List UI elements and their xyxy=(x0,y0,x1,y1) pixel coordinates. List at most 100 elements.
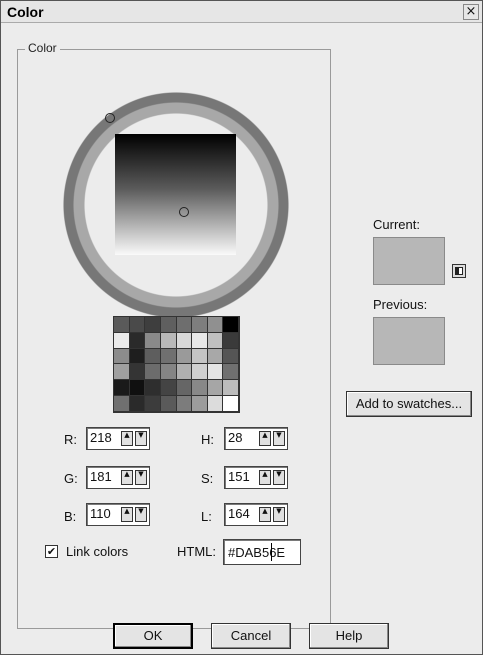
swatch-cell[interactable] xyxy=(129,364,146,381)
html-color-value[interactable]: #DAB56E xyxy=(228,545,285,560)
swatch-cell[interactable] xyxy=(207,380,224,397)
hue-spinbox[interactable]: 28 ▲ ▼ xyxy=(224,427,288,450)
spin-up-icon[interactable]: ▲ xyxy=(121,431,133,446)
ok-button[interactable]: OK xyxy=(113,623,193,649)
add-to-swatches-button[interactable]: Add to swatches... xyxy=(346,391,472,417)
spin-down-icon[interactable]: ▼ xyxy=(273,470,285,485)
swatch-cell[interactable] xyxy=(129,348,146,365)
spin-down-icon[interactable]: ▼ xyxy=(273,431,285,446)
hue-value[interactable]: 28 xyxy=(228,430,242,445)
eyedropper-icon[interactable] xyxy=(452,264,466,278)
swatch-cell[interactable] xyxy=(145,317,161,333)
swatch-cell[interactable] xyxy=(192,380,208,397)
current-color-preview xyxy=(373,237,445,285)
swatch-cell[interactable] xyxy=(145,380,161,397)
swatch-cell[interactable] xyxy=(207,348,224,365)
current-label: Current: xyxy=(373,217,420,232)
swatch-cell[interactable] xyxy=(176,396,193,412)
hue-spin-arrows[interactable]: ▲ ▼ xyxy=(259,431,285,446)
swatch-cell[interactable] xyxy=(223,348,239,365)
swatch-grid[interactable] xyxy=(113,316,240,413)
cancel-button[interactable]: Cancel xyxy=(211,623,291,649)
swatch-cell[interactable] xyxy=(160,364,177,381)
blue-label: B: xyxy=(64,509,77,524)
red-spinbox[interactable]: 218 ▲ ▼ xyxy=(86,427,150,450)
spin-up-icon[interactable]: ▲ xyxy=(259,470,271,485)
swatch-cell[interactable] xyxy=(145,364,161,381)
title-bar[interactable]: Color × xyxy=(1,1,482,23)
link-colors-label[interactable]: Link colors xyxy=(66,544,128,559)
swatch-cell[interactable] xyxy=(207,396,224,412)
swatch-cell[interactable] xyxy=(207,364,224,381)
swatch-cell[interactable] xyxy=(145,396,161,412)
spin-down-icon[interactable]: ▼ xyxy=(273,507,285,522)
swatch-cell[interactable] xyxy=(223,380,239,397)
swatch-cell[interactable] xyxy=(160,317,177,333)
lightness-spin-arrows[interactable]: ▲ ▼ xyxy=(259,507,285,522)
green-label: G: xyxy=(64,471,78,486)
swatch-cell[interactable] xyxy=(114,364,130,381)
saturation-lightness-marker[interactable] xyxy=(179,207,189,217)
spin-up-icon[interactable]: ▲ xyxy=(259,431,271,446)
swatch-cell[interactable] xyxy=(176,317,193,333)
swatch-cell[interactable] xyxy=(192,332,208,349)
swatch-cell[interactable] xyxy=(223,364,239,381)
text-caret xyxy=(271,543,272,561)
swatch-cell[interactable] xyxy=(192,364,208,381)
swatch-cell[interactable] xyxy=(176,332,193,349)
link-colors-checkbox[interactable]: ✔ xyxy=(45,545,58,558)
saturation-spinbox[interactable]: 151 ▲ ▼ xyxy=(224,466,288,489)
red-spin-arrows[interactable]: ▲ ▼ xyxy=(121,431,147,446)
html-color-input[interactable]: #DAB56E xyxy=(223,539,301,565)
swatch-cell[interactable] xyxy=(129,332,146,349)
swatch-cell[interactable] xyxy=(176,348,193,365)
swatch-cell[interactable] xyxy=(192,396,208,412)
swatch-cell[interactable] xyxy=(176,380,193,397)
green-spinbox[interactable]: 181 ▲ ▼ xyxy=(86,466,150,489)
swatch-cell[interactable] xyxy=(223,317,239,333)
swatch-cell[interactable] xyxy=(114,332,130,349)
spin-down-icon[interactable]: ▼ xyxy=(135,507,147,522)
swatch-cell[interactable] xyxy=(129,380,146,397)
swatch-cell[interactable] xyxy=(176,364,193,381)
green-spin-arrows[interactable]: ▲ ▼ xyxy=(121,470,147,485)
swatch-cell[interactable] xyxy=(160,332,177,349)
swatch-cell[interactable] xyxy=(160,396,177,412)
spin-down-icon[interactable]: ▼ xyxy=(135,470,147,485)
swatch-cell[interactable] xyxy=(114,317,130,333)
saturation-lightness-square[interactable] xyxy=(115,134,236,255)
blue-value[interactable]: 110 xyxy=(90,506,111,521)
green-value[interactable]: 181 xyxy=(90,469,112,484)
previous-color-preview[interactable] xyxy=(373,317,445,365)
swatch-cell[interactable] xyxy=(145,332,161,349)
blue-spinbox[interactable]: 110 ▲ ▼ xyxy=(86,503,150,526)
swatch-cell[interactable] xyxy=(192,317,208,333)
swatch-cell[interactable] xyxy=(192,348,208,365)
spin-up-icon[interactable]: ▲ xyxy=(121,470,133,485)
swatch-cell[interactable] xyxy=(207,317,224,333)
hue-marker[interactable] xyxy=(105,113,115,123)
swatch-cell[interactable] xyxy=(129,396,146,412)
html-label: HTML: xyxy=(177,544,216,559)
close-icon[interactable]: × xyxy=(463,4,479,20)
swatch-cell[interactable] xyxy=(160,348,177,365)
saturation-value[interactable]: 151 xyxy=(228,469,250,484)
swatch-cell[interactable] xyxy=(114,348,130,365)
swatch-cell[interactable] xyxy=(223,396,239,412)
swatch-cell[interactable] xyxy=(114,396,130,412)
swatch-cell[interactable] xyxy=(223,332,239,349)
swatch-cell[interactable] xyxy=(207,332,224,349)
help-button[interactable]: Help xyxy=(309,623,389,649)
swatch-cell[interactable] xyxy=(114,380,130,397)
swatch-cell[interactable] xyxy=(145,348,161,365)
swatch-cell[interactable] xyxy=(129,317,146,333)
lightness-value[interactable]: 164 xyxy=(228,506,250,521)
spin-up-icon[interactable]: ▲ xyxy=(121,507,133,522)
saturation-spin-arrows[interactable]: ▲ ▼ xyxy=(259,470,285,485)
blue-spin-arrows[interactable]: ▲ ▼ xyxy=(121,507,147,522)
lightness-spinbox[interactable]: 164 ▲ ▼ xyxy=(224,503,288,526)
red-value[interactable]: 218 xyxy=(90,430,112,445)
spin-down-icon[interactable]: ▼ xyxy=(135,431,147,446)
swatch-cell[interactable] xyxy=(160,380,177,397)
spin-up-icon[interactable]: ▲ xyxy=(259,507,271,522)
